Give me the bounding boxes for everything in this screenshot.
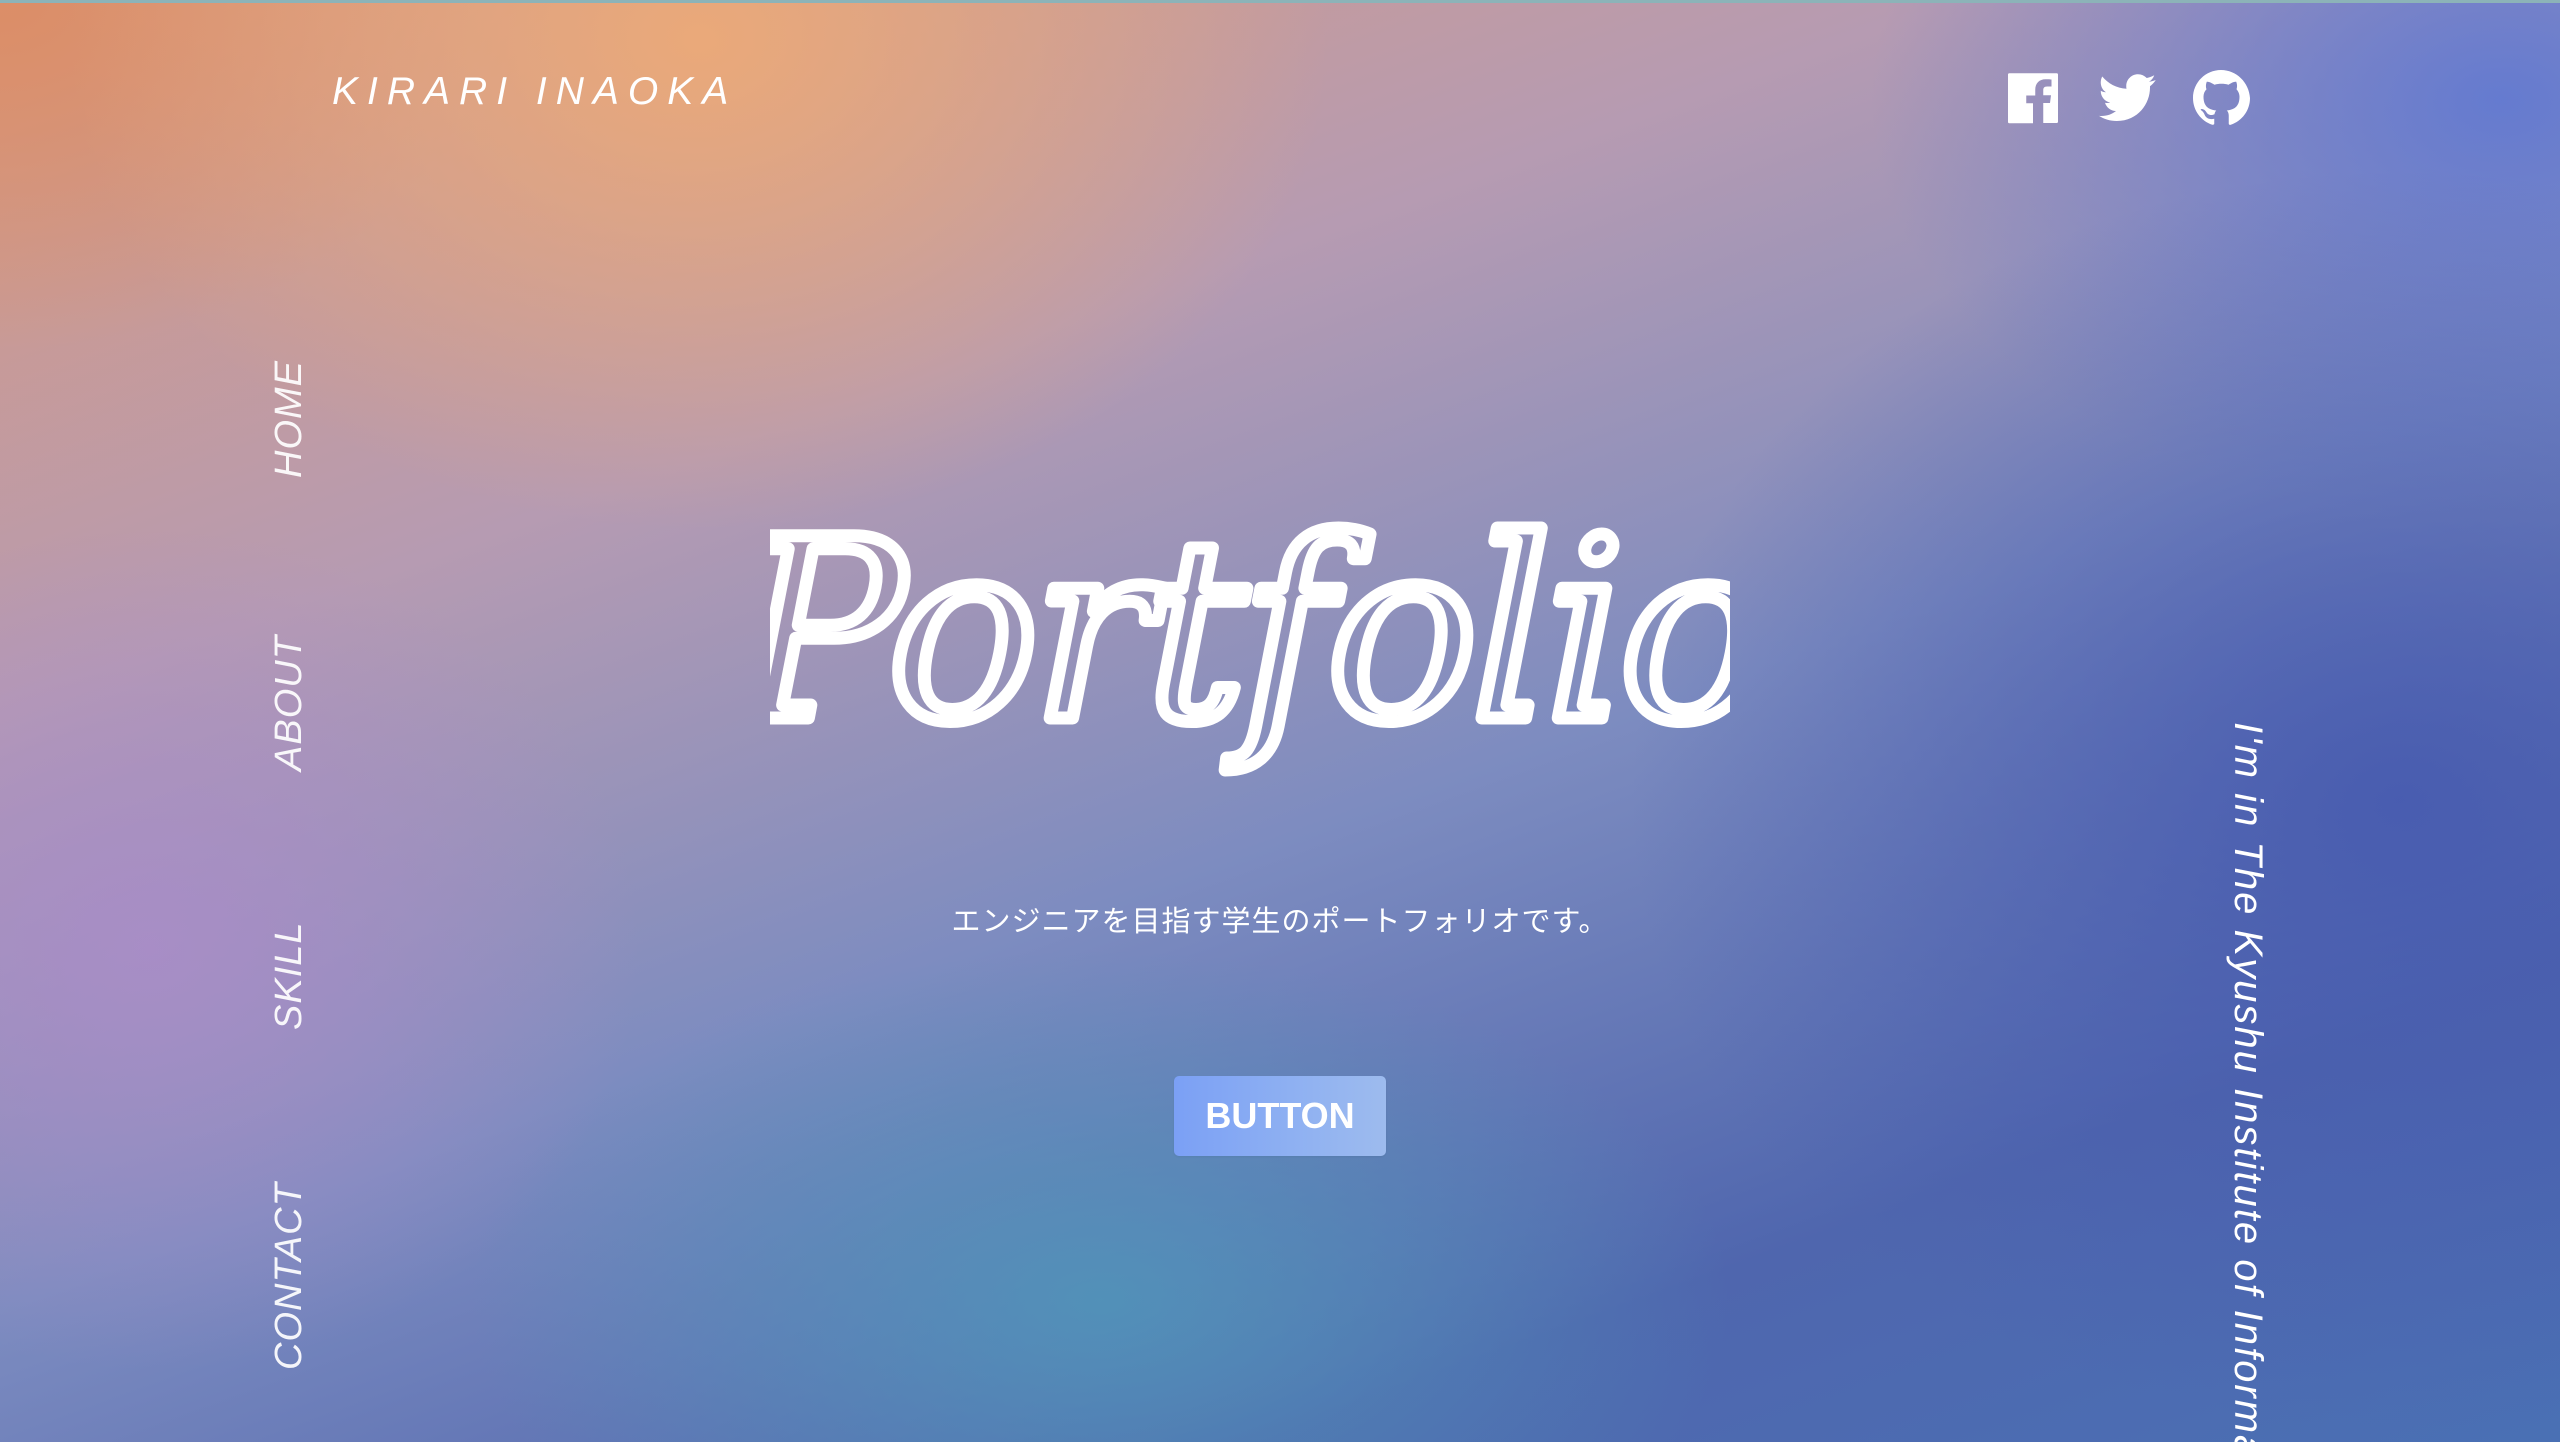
github-link[interactable] xyxy=(2191,68,2251,128)
twitter-icon xyxy=(2098,74,2156,121)
hero-title: Portfolio xyxy=(770,470,1730,870)
hero-subtitle: エンジニアを目指す学生のポートフォリオです。 xyxy=(951,904,1609,938)
twitter-link[interactable] xyxy=(2097,68,2157,128)
nav-item-home[interactable]: HOME xyxy=(268,360,310,478)
nav-item-contact[interactable]: CONTACT xyxy=(268,1182,310,1370)
github-icon xyxy=(2193,70,2250,125)
site-brand[interactable]: KIRARI INAOKA xyxy=(332,70,737,114)
hero-title-text: Portfolio xyxy=(770,486,1730,777)
facebook-link[interactable] xyxy=(2003,68,2063,128)
facebook-icon xyxy=(2008,73,2058,124)
vertical-tagline: I'm in The Kyushu Institute of Informa xyxy=(2226,722,2270,1442)
primary-button[interactable]: BUTTON xyxy=(1174,1076,1386,1156)
nav-item-about[interactable]: ABOUT xyxy=(268,635,310,771)
social-links xyxy=(2003,68,2251,128)
hero-title-script: Portfolio xyxy=(770,480,1730,784)
top-border xyxy=(0,0,2560,3)
